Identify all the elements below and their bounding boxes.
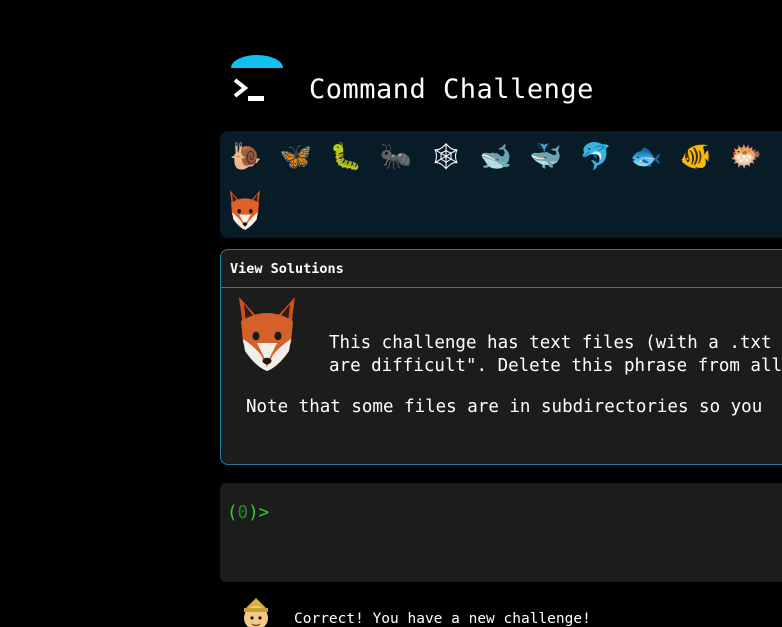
dolphin-icon[interactable]: 🐬 <box>578 139 614 175</box>
prompt-open: ( <box>227 503 238 523</box>
spider-web-icon[interactable]: 🕸 <box>428 139 464 175</box>
terminal-prompt: (0)> <box>227 503 269 523</box>
completed-challenges-row: 🐌 🦋 🐛 🐜 🕸 🐋 🐳 🐬 🐟 🐠 🐡 <box>228 139 764 175</box>
feedback-message: Correct! You have a new challenge! <box>294 611 591 627</box>
description-line: are difficult". Delete this phrase from … <box>329 356 782 376</box>
description-line: This challenge has text files (with a .t… <box>329 333 772 353</box>
tropical-fish-icon[interactable]: 🐠 <box>678 139 714 175</box>
whale-icon[interactable]: 🐋 <box>478 139 514 175</box>
page-title: Command Challenge <box>309 74 594 105</box>
view-solutions-link[interactable]: View Solutions <box>230 261 344 277</box>
challenge-progress-bar: 🐌 🦋 🐛 🐜 🕸 🐋 🐳 🐬 🐟 🐠 🐡 <box>220 131 782 238</box>
challenge-note: Note that some files are in subdirectori… <box>246 397 763 417</box>
panel-header: View Solutions <box>221 250 782 288</box>
spouting-whale-icon[interactable]: 🐳 <box>528 139 564 175</box>
prompt-close: )> <box>248 503 270 523</box>
challenge-panel: View Solutions This challenge has text f… <box>220 249 782 465</box>
fox-icon[interactable] <box>226 189 264 231</box>
fish-icon[interactable]: 🐟 <box>628 139 664 175</box>
blowfish-icon[interactable]: 🐡 <box>728 139 764 175</box>
elf-icon <box>238 598 274 627</box>
caterpillar-icon[interactable]: 🐛 <box>328 139 364 175</box>
ant-icon[interactable]: 🐜 <box>378 139 414 175</box>
page: Command Challenge 🐌 🦋 🐛 🐜 🕸 🐋 🐳 🐬 🐟 🐠 🐡 View Solut… <box>0 0 782 627</box>
challenge-description: This challenge has text files (with a .t… <box>329 332 782 378</box>
butterfly-icon[interactable]: 🦋 <box>278 139 314 175</box>
snail-icon[interactable]: 🐌 <box>228 139 264 175</box>
terminal-input-area[interactable]: (0)> <box>220 483 782 582</box>
prompt-count: 0 <box>237 503 249 523</box>
fox-icon <box>239 297 295 371</box>
terminal-prompt-icon <box>231 55 283 101</box>
